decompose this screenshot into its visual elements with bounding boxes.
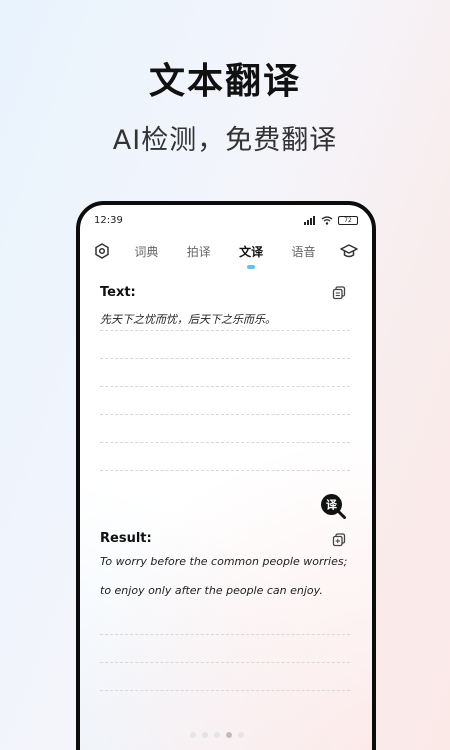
tab-text-translate[interactable]: 文译 [235,243,267,269]
result-text[interactable]: To worry before the common people worrie… [100,547,348,605]
page-dot [202,732,208,738]
wifi-icon [321,215,333,225]
copy-icon[interactable] [332,286,346,300]
battery-icon: 72 [338,215,358,225]
promo-subtitle: AI检测，免费翻译 [112,125,338,156]
tab-dictionary[interactable]: 词典 [130,243,162,260]
translate-glyph: 译 [326,499,338,512]
battery-level: 72 [344,216,352,224]
phone-frame: 12:39 72 词典 拍译 文译 语音 Text: 先天下之忧而忧，后天下之乐… [76,201,376,750]
page-dot [238,732,244,738]
graduation-cap-icon[interactable] [340,243,358,259]
promo-title: 文本翻译 [148,61,301,102]
active-tab-indicator [247,264,256,269]
result-ruled-lines [100,607,350,691]
source-label: Text: [100,285,136,300]
tab-voice[interactable]: 语音 [288,243,320,260]
tab-photo-translate[interactable]: 拍译 [183,243,215,260]
status-bar: 12:39 72 [94,213,358,227]
tab-text-translate-label: 文译 [239,244,264,259]
page-dot [214,732,220,738]
translate-button[interactable]: 译 [320,493,346,519]
source-ruled-lines [100,303,350,471]
status-time: 12:39 [94,214,123,226]
signal-icon [304,215,315,225]
result-label: Result: [100,531,152,546]
page-indicator [190,732,244,738]
copy-plus-icon[interactable] [332,533,346,547]
page-dot [190,732,196,738]
page-dot-active [226,732,232,738]
tab-bar: 词典 拍译 文译 语音 [94,239,358,269]
hexagon-gear-icon[interactable] [94,243,110,259]
status-icons: 72 [304,215,358,225]
